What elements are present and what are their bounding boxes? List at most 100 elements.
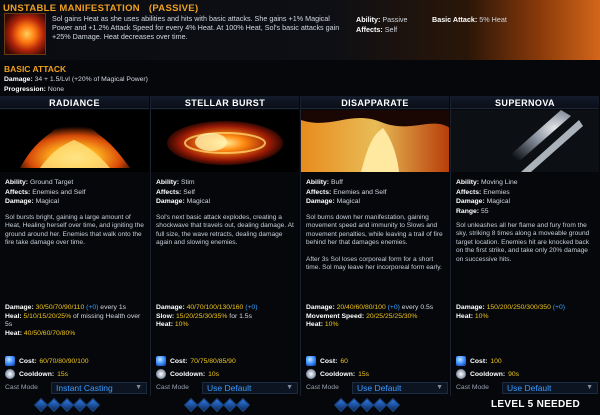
ability-description-text: Sol's next basic attack explodes, creati…	[156, 214, 294, 247]
ability-art-image	[301, 110, 449, 172]
ability-value: Ground Target	[29, 179, 74, 186]
rank-pip[interactable]	[235, 397, 251, 413]
ability-scaling: Damage: 30/50/70/90/110 (+0) every 1s He…	[5, 304, 147, 338]
line3-values: 40/50/60/70/80%	[23, 329, 76, 337]
ability-affects: Affects: Enemies and Self	[306, 188, 446, 198]
cost-label: Cost:	[170, 357, 188, 365]
ability-stats: Ability: Moving Line Affects: Enemies Da…	[456, 178, 596, 216]
ability-type: Ability: Moving Line	[456, 178, 596, 188]
ability-label: Ability:	[306, 179, 330, 186]
ability-description: Sol bursts bright, gaining a large amoun…	[5, 214, 145, 248]
damage-label: Damage:	[456, 198, 485, 206]
affects-label: Affects:	[306, 188, 332, 196]
rank-pip[interactable]	[85, 397, 101, 413]
line1-scaling: (+0)	[245, 304, 258, 311]
cast-mode-select[interactable]: Use Default ▼	[502, 381, 598, 394]
passive-description: Sol gains Heat as she uses abilities and…	[52, 14, 340, 42]
line1-values: 30/50/70/90/110	[35, 304, 85, 311]
affects-value: Enemies and Self	[333, 188, 387, 196]
cooldown-label: Cooldown:	[470, 370, 506, 378]
basic-attack-damage: Damage: 34 + 1.5/Lvl (+20% of Magical Po…	[4, 76, 148, 83]
line2-values: 10%	[474, 312, 489, 320]
cast-mode-select[interactable]: Use Default ▼	[352, 381, 448, 394]
affects-label: Affects:	[156, 188, 182, 196]
line1-suffix: every 1s	[98, 304, 126, 311]
line1-label: Damage:	[5, 304, 34, 311]
cast-mode-value: Use Default	[207, 382, 252, 393]
ability-damage-type: Damage: Magical	[5, 197, 145, 207]
range-value: 55	[480, 207, 489, 215]
ability-line1: Damage: 40/70/100/130/160 (+0)	[156, 304, 298, 313]
ability-label: Ability:	[156, 179, 180, 186]
cast-mode-row: Cast Mode Instant Casting ▼	[5, 381, 147, 394]
chevron-down-icon: ▼	[436, 384, 443, 391]
ability-range: Range: 55	[456, 207, 596, 217]
mana-icon	[5, 356, 15, 366]
basic-attack-damage-label: Damage:	[4, 76, 33, 83]
ability-cost: Cost: 60	[306, 356, 348, 366]
damage-type-value: Magical	[186, 198, 211, 206]
cost-value: 60	[340, 357, 348, 365]
affects-value: Enemies and Self	[32, 188, 86, 196]
cooldown-icon	[456, 369, 466, 379]
line1-values: 150/200/250/300/350	[486, 304, 551, 311]
cast-mode-select[interactable]: Use Default ▼	[202, 381, 298, 394]
cooldown-icon	[306, 369, 316, 379]
line2-label: Slow:	[156, 312, 175, 320]
damage-type-value: Magical	[486, 198, 511, 206]
ability-art-image	[151, 110, 299, 172]
ability-damage-type: Damage: Magical	[306, 197, 446, 207]
mana-icon	[306, 356, 316, 366]
ability-column-2: STELLAR BURST Ability: Stim Affects: Sel…	[150, 96, 299, 396]
basic-attack-damage-value: 34 + 1.5/Lvl (+20% of Magical Power)	[34, 76, 148, 83]
ability-cooldown: Cooldown: 15s	[5, 369, 68, 379]
cooldown-label: Cooldown:	[320, 370, 356, 378]
cost-label: Cost:	[320, 357, 338, 365]
damage-label: Damage:	[156, 198, 185, 206]
line2-suffix: for 1.5s	[227, 312, 252, 320]
cast-mode-label: Cast Mode	[5, 384, 38, 391]
cast-mode-label: Cast Mode	[306, 384, 339, 391]
ability-description: Sol's next basic attack explodes, creati…	[156, 214, 296, 248]
cooldown-label: Cooldown:	[170, 370, 206, 378]
ability-art-image	[451, 110, 599, 172]
ability-label: Ability:	[456, 179, 480, 186]
passive-ability-value: Passive	[382, 15, 408, 24]
damage-label: Damage:	[306, 198, 335, 206]
cooldown-icon	[156, 369, 166, 379]
line2-label: Heat:	[456, 312, 473, 320]
cost-label: Cost:	[19, 357, 37, 365]
passive-tag: (PASSIVE)	[148, 3, 199, 14]
chevron-down-icon: ▼	[586, 384, 593, 391]
rank-pips-1	[33, 397, 101, 413]
line1-values: 40/70/100/130/160	[186, 304, 244, 311]
passive-basic-attack-label: Basic Attack:	[432, 15, 478, 24]
cast-mode-value: Use Default	[507, 382, 552, 393]
line1-scaling: (+0)	[552, 304, 566, 311]
ability-title: SUPERNOVA	[451, 96, 599, 109]
ability-cost: Cost: 60/70/80/90/100	[5, 356, 89, 366]
passive-affects: Affects: Self	[356, 25, 397, 34]
damage-label: Damage:	[5, 198, 34, 206]
line1-suffix: every 0.5s	[399, 304, 434, 311]
passive-ability: Ability: Passive	[356, 15, 408, 24]
cast-mode-select[interactable]: Instant Casting ▼	[51, 381, 147, 394]
ability-scaling: Damage: 150/200/250/300/350 (+0) Heat: 1…	[456, 304, 598, 321]
ability-line2: Heal: 5/10/15/20/25% of missing Health o…	[5, 313, 147, 330]
affects-value: Enemies	[483, 188, 510, 196]
ability-line1: Damage: 150/200/250/300/350 (+0)	[456, 304, 598, 313]
ability-affects: Affects: Enemies and Self	[5, 188, 145, 198]
rank-pip[interactable]	[385, 397, 401, 413]
basic-attack-progression-label: Progression:	[4, 86, 46, 93]
cooldown-value: 90s	[508, 370, 520, 378]
ability-description-text: Sol unleashes all her flame and fury fro…	[456, 222, 590, 263]
ability-title: DISAPPARATE	[301, 96, 449, 109]
passive-basic-attack: Basic Attack: 5% Heat	[432, 15, 507, 24]
cost-value: 60/70/80/90/100	[39, 357, 89, 365]
ability-scaling: Damage: 20/40/60/80/100 (+0) every 0.5s …	[306, 304, 448, 330]
rank-pips-3	[333, 397, 401, 413]
ability-line3: Heat: 40/50/60/70/80%	[5, 330, 147, 339]
affects-value: Self	[183, 188, 195, 196]
passive-header: UNSTABLE MANIFESTATION (PASSIVE) Sol gai…	[0, 0, 600, 60]
line1-values: 20/40/60/80/100	[336, 304, 386, 311]
